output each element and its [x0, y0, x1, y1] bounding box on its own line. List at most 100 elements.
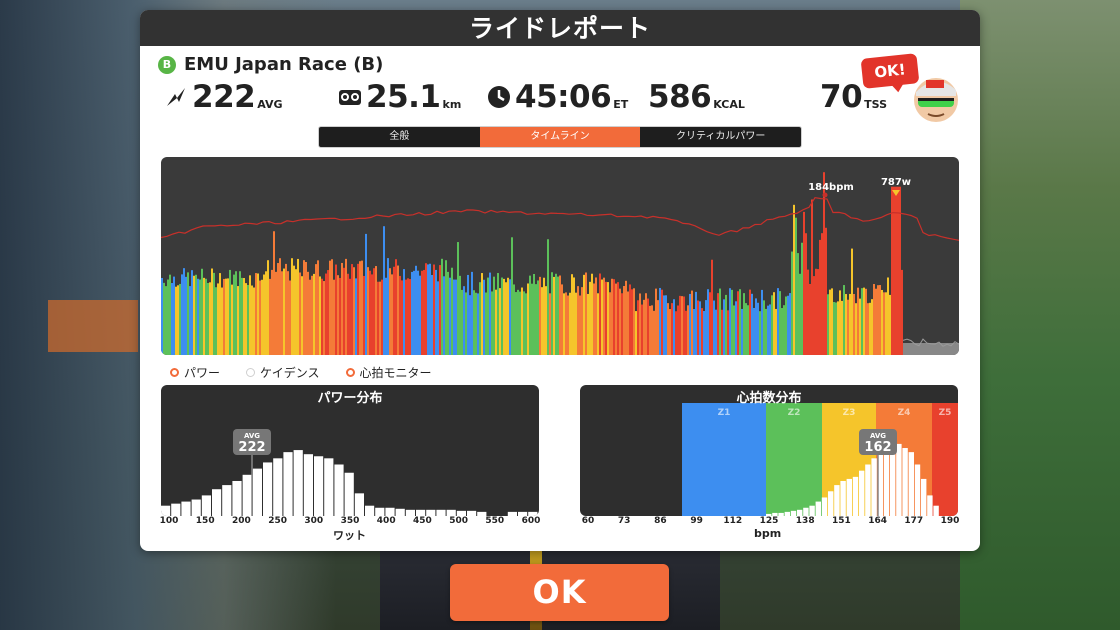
- tab-timeline[interactable]: タイムライン: [479, 127, 641, 147]
- power-bar: [437, 281, 439, 355]
- legend-cadence[interactable]: ケイデンス: [246, 364, 320, 381]
- power-bar: [259, 280, 261, 355]
- power-bar: [307, 271, 309, 355]
- power-bar: [435, 269, 437, 355]
- legend-power[interactable]: パワー: [170, 364, 220, 381]
- stat-energy-value: 586: [648, 79, 712, 115]
- power-bar: [863, 287, 865, 355]
- power-bar: [255, 273, 257, 355]
- hr-zone-label: Z3: [843, 408, 856, 418]
- category-badge: B: [158, 55, 176, 74]
- power-bar: [275, 271, 277, 355]
- power-bar: [807, 269, 809, 355]
- power-bar: [293, 265, 295, 355]
- power-bar: [347, 273, 349, 355]
- hr-dist-bar: [809, 505, 815, 516]
- hr-dist-bar: [834, 485, 840, 516]
- stat-time-value: 45:06: [515, 79, 612, 115]
- power-bar: [609, 292, 611, 355]
- heart-rate-line: [161, 197, 959, 241]
- power-bar: [177, 285, 179, 355]
- power-bar: [515, 292, 517, 355]
- power-bar: [449, 277, 451, 355]
- power-bar: [639, 293, 641, 355]
- hr-zone-label: Z5: [939, 408, 952, 418]
- power-bar: [811, 199, 813, 355]
- power-dist-xlabel: ワット: [333, 529, 366, 542]
- power-bar: [643, 299, 645, 355]
- power-bar: [353, 267, 355, 355]
- power-bar: [671, 303, 673, 355]
- power-bar: [567, 295, 569, 355]
- power-bar: [883, 292, 885, 355]
- power-bar: [223, 278, 225, 355]
- power-bar: [833, 302, 835, 355]
- legend-heart-rate[interactable]: 心拍モニター: [345, 364, 432, 381]
- power-bar: [579, 295, 581, 355]
- timeline-chart: 184bpm 787w: [161, 157, 959, 355]
- power-bar: [545, 286, 547, 355]
- power-bar: [167, 279, 169, 355]
- power-bar: [239, 271, 241, 355]
- power-bar: [801, 242, 803, 355]
- power-dist-bar: [303, 454, 313, 516]
- power-bar: [673, 299, 675, 355]
- power-bar: [645, 293, 647, 355]
- power-bar: [759, 311, 761, 355]
- stat-tss-value: 70: [820, 79, 863, 115]
- power-bar: [469, 295, 471, 355]
- power-bar: [711, 259, 713, 355]
- power-bar: [527, 283, 529, 355]
- power-bar: [825, 227, 827, 355]
- power-bar: [599, 273, 601, 355]
- power-bar: [679, 295, 681, 355]
- power-bar: [629, 284, 631, 355]
- power-bar: [265, 271, 267, 355]
- stat-time: 45:06 ET: [487, 80, 628, 114]
- chart-legend: パワー ケイデンス 心拍モニター: [170, 364, 458, 381]
- power-bar: [815, 268, 817, 355]
- stat-power-value: 222: [192, 79, 256, 115]
- power-bar: [733, 305, 735, 355]
- power-bar: [225, 278, 227, 355]
- power-bar: [669, 309, 671, 355]
- lightning-icon: [167, 88, 185, 106]
- power-bar: [769, 304, 771, 355]
- power-bar: [393, 266, 395, 355]
- background-sign: [48, 300, 138, 352]
- power-bar: [201, 268, 203, 355]
- power-dist-tick: 300: [304, 516, 324, 526]
- hr-dist-bar: [865, 464, 871, 516]
- power-bar: [633, 288, 635, 355]
- legend-hr-label: 心拍モニター: [359, 366, 432, 380]
- power-bar: [587, 293, 589, 355]
- power-bar: [211, 268, 213, 355]
- power-bar: [631, 289, 633, 355]
- power-bar: [317, 260, 319, 355]
- power-bar: [823, 172, 825, 355]
- ok-button[interactable]: OK: [450, 564, 669, 621]
- power-bar: [231, 284, 233, 355]
- power-bar: [665, 295, 667, 355]
- power-bar: [857, 287, 859, 355]
- power-bar: [203, 277, 205, 355]
- power-bar: [477, 293, 479, 355]
- tab-critical-power[interactable]: クリティカルパワー: [640, 127, 801, 147]
- hr-dist-bar: [859, 470, 865, 516]
- power-bar: [321, 278, 323, 355]
- hr-dist-bar: [815, 501, 821, 516]
- power-bar: [183, 268, 185, 355]
- power-bar: [755, 298, 757, 355]
- power-bar: [511, 237, 513, 355]
- tab-general[interactable]: 全般: [319, 127, 480, 147]
- power-bar: [895, 186, 897, 355]
- power-bars: [161, 172, 959, 355]
- power-bar: [717, 293, 719, 355]
- power-bar: [681, 296, 683, 355]
- power-bar: [655, 288, 657, 355]
- power-dist-tick: 600: [521, 516, 541, 526]
- power-bar: [853, 294, 855, 355]
- power-bar: [237, 286, 239, 355]
- power-bar: [773, 292, 775, 355]
- power-bar: [319, 276, 321, 355]
